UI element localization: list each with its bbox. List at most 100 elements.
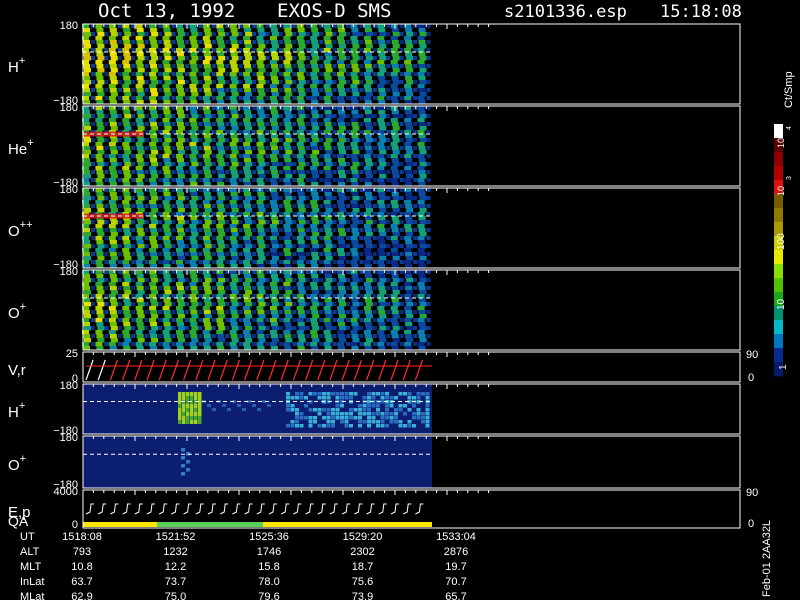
spectrum-gap-cell	[238, 178, 243, 182]
spectrum-cell	[406, 196, 414, 201]
spectrum-cell	[83, 252, 90, 257]
spectrum-cell	[324, 252, 332, 257]
spectrum-gap-cell	[211, 114, 216, 118]
spectrum-cell	[218, 302, 226, 307]
count-cell	[349, 412, 353, 416]
spectrum-cell	[122, 260, 130, 265]
spectrum-cell	[230, 88, 238, 93]
spectrum-gap-cell	[426, 170, 431, 174]
spectrum-cell	[390, 306, 398, 311]
spectrum-cell	[323, 166, 331, 171]
spectrum-cell	[124, 174, 132, 179]
spectrum-cell	[204, 150, 212, 155]
spectrum-gap-cell	[184, 318, 189, 322]
spectrum-cell	[244, 274, 252, 279]
spectrum-cell	[257, 64, 265, 69]
spectrum-gap-cell	[359, 96, 364, 100]
spectrum-gap-cell	[332, 64, 337, 68]
spectrum-gap-cell	[413, 342, 418, 346]
spectrum-cell	[311, 240, 319, 245]
axis-value: 793	[73, 546, 91, 558]
spectrum-gap-cell	[386, 40, 391, 44]
spectrum-cell	[96, 146, 104, 151]
count-cell	[194, 416, 198, 420]
spectrum-cell	[390, 318, 398, 323]
spectrum-gap-cell	[171, 170, 176, 174]
spectrum-gap-cell	[332, 236, 337, 240]
count-cell	[380, 416, 385, 420]
spectrum-cell	[122, 106, 130, 111]
spectrum-cell	[84, 68, 91, 73]
count-cell	[425, 408, 430, 412]
spectrum-gap-cell	[332, 56, 337, 60]
spectrum-gap-cell	[386, 24, 391, 28]
count-cell	[313, 392, 317, 396]
spectrum-cell	[189, 118, 197, 123]
spectrum-gap-cell	[91, 220, 95, 224]
spectrum-cell	[296, 270, 304, 275]
spectrum-gap-cell	[332, 270, 337, 274]
spectrum-gap-cell	[426, 106, 431, 110]
count-cell	[181, 464, 185, 468]
spectrum-cell	[109, 274, 117, 279]
spectrum-gap-cell	[238, 56, 243, 60]
spectrum-gap-cell	[91, 286, 95, 290]
spectrum-cell	[96, 40, 104, 45]
spectrum-gap-cell	[252, 302, 257, 306]
spectrum-cell	[123, 334, 131, 339]
spectrum-gap-cell	[332, 122, 337, 126]
spectrum-cell	[163, 252, 171, 257]
spectrum-gap-cell	[426, 310, 431, 314]
spectrum-cell	[175, 178, 183, 183]
spectrum-cell	[229, 282, 237, 287]
spectrum-cell	[350, 106, 358, 111]
count-cell	[362, 408, 367, 412]
spectrum-gap-cell	[131, 96, 136, 100]
count-cell	[299, 392, 304, 396]
spectrum-cell	[405, 134, 413, 139]
spectrum-cell	[190, 310, 198, 315]
spectrum-cell	[404, 118, 412, 123]
spectrum-cell	[258, 150, 266, 155]
spectrum-cell	[162, 72, 170, 77]
spectrum-cell	[285, 338, 293, 343]
spectrum-gap-cell	[359, 162, 364, 166]
spectrum-gap-cell	[144, 72, 149, 76]
spectrum-gap-cell	[158, 138, 163, 142]
spectrum-cell	[338, 286, 346, 291]
spectrum-cell	[404, 306, 412, 311]
spectrum-cell	[137, 338, 145, 343]
spectrum-gap-cell	[346, 24, 351, 28]
spectrum-cell	[110, 232, 118, 237]
spectrum-gap-cell	[144, 196, 149, 200]
spectrum-cell	[256, 318, 264, 323]
spectrum-cell	[338, 252, 346, 257]
spectrum-cell	[284, 322, 292, 327]
spectrum-cell	[283, 330, 291, 335]
spectrum-cell	[123, 146, 131, 151]
spectrum-cell	[244, 216, 252, 221]
spectrum-cell	[83, 334, 90, 339]
spectrum-cell	[324, 146, 332, 151]
spectrum-gap-cell	[346, 326, 351, 330]
spectrum-cell	[377, 270, 385, 275]
count-cell	[304, 416, 308, 420]
spectrum-cell	[109, 110, 117, 115]
spectrum-gap-cell	[225, 88, 230, 92]
spectrum-cell	[352, 114, 360, 119]
spectrum-gap-cell	[319, 162, 324, 166]
spectrum-cell	[378, 240, 386, 245]
spectrum-cell	[285, 220, 293, 225]
spectrum-cell	[311, 216, 319, 221]
right-tick-bottom: 0	[748, 372, 754, 384]
spectrum-gap-cell	[184, 286, 189, 290]
spectrum-cell	[204, 162, 212, 167]
spectrum-cell	[270, 122, 278, 127]
spectrum-cell	[351, 52, 359, 57]
spectrum-cell	[364, 52, 372, 57]
spectrum-cell	[406, 126, 414, 131]
spectrum-cell	[297, 204, 305, 209]
count-cell	[349, 396, 353, 400]
spectrum-cell	[283, 306, 291, 311]
spectrum-cell	[95, 84, 103, 89]
